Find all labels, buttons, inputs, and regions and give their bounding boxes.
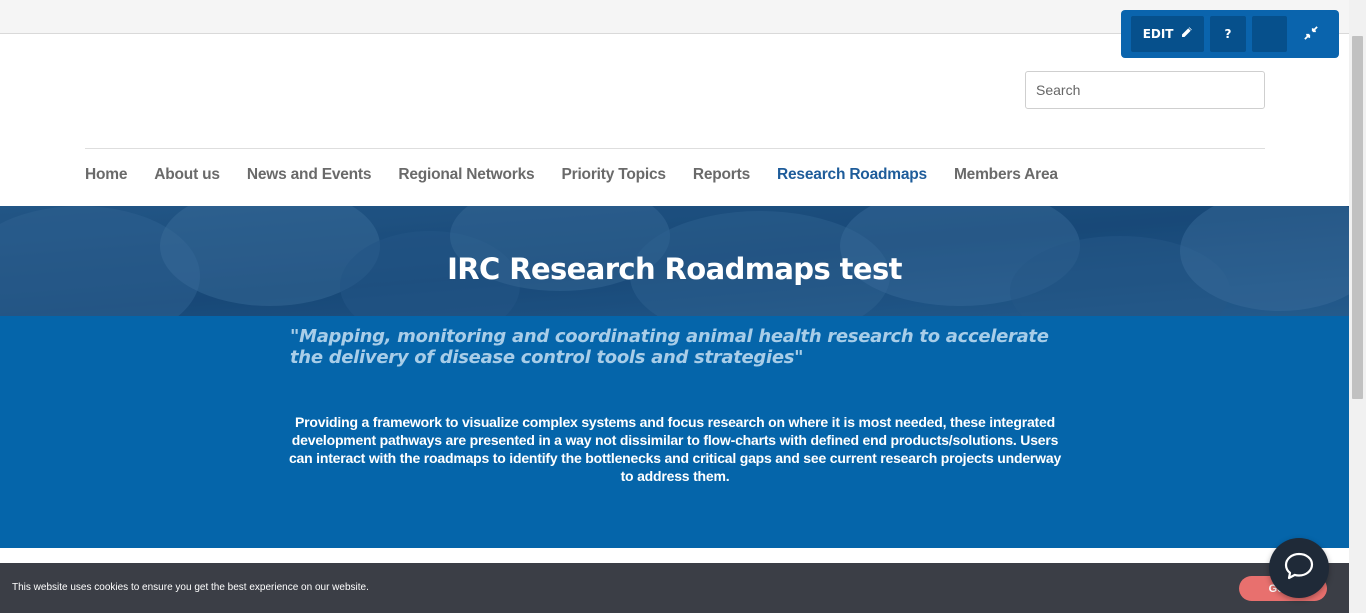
nav-item-research-roadmaps[interactable]: Research Roadmaps [777,166,927,184]
main-nav: Home About us News and Events Regional N… [85,166,1058,184]
nav-item-members-area[interactable]: Members Area [954,166,1058,184]
nav-item-reports[interactable]: Reports [693,166,750,184]
collapse-arrows-icon [1304,25,1318,43]
question-icon: ? [1224,27,1232,41]
nav-item-about-us[interactable]: About us [154,166,220,184]
intro-description: Providing a framework to visualize compl… [288,414,1062,484]
edit-toolbar: EDIT ? [1121,10,1339,58]
nav-item-priority-topics[interactable]: Priority Topics [561,166,666,184]
search-input[interactable] [1025,71,1265,109]
nav-item-home[interactable]: Home [85,166,127,184]
cookie-banner: This website uses cookies to ensure you … [0,563,1349,613]
pencil-icon [1180,26,1193,42]
scrollbar[interactable] [1349,0,1366,613]
nav-divider [85,148,1265,149]
help-button[interactable]: ? [1210,16,1246,52]
chat-button[interactable] [1269,538,1329,598]
toolbar-blank-button[interactable] [1251,16,1288,52]
chat-bubble-icon [1284,552,1314,585]
scrollbar-thumb[interactable] [1352,36,1363,399]
mission-quote: "Mapping, monitoring and coordinating an… [290,326,1049,368]
nav-item-news-and-events[interactable]: News and Events [247,166,372,184]
nav-item-regional-networks[interactable]: Regional Networks [398,166,534,184]
page-title: IRC Research Roadmaps test [447,252,902,286]
collapse-button[interactable] [1293,16,1329,52]
intro-section: "Mapping, monitoring and coordinating an… [0,316,1349,548]
edit-label: EDIT [1142,27,1174,41]
page-banner: IRC Research Roadmaps test [0,206,1349,316]
edit-button[interactable]: EDIT [1131,16,1205,52]
cookie-message: This website uses cookies to ensure you … [12,582,369,593]
